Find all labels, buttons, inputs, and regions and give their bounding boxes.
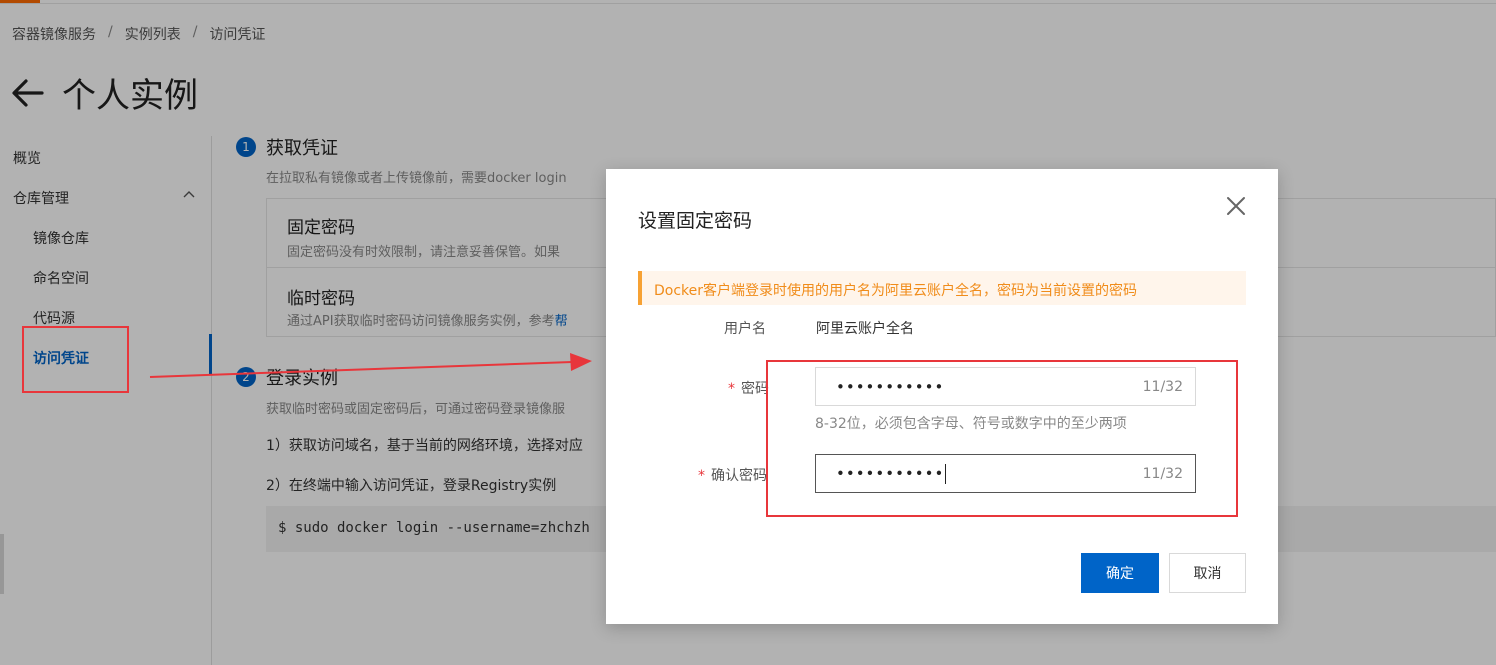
annotation-highlight-password-fields — [766, 360, 1238, 517]
cancel-button[interactable]: 取消 — [1169, 553, 1246, 593]
confirm-password-label: * 确认密码 — [698, 465, 767, 485]
required-mark: * — [728, 381, 735, 397]
required-mark: * — [698, 468, 705, 484]
username-value: 阿里云账户全名 — [816, 321, 914, 337]
close-icon[interactable] — [1224, 194, 1248, 218]
warning-notice: Docker客户端登录时使用的用户名为阿里云账户全名，密码为当前设置的密码 — [638, 271, 1246, 305]
confirm-button[interactable]: 确定 — [1081, 553, 1159, 593]
password-label-text: 密码 — [741, 381, 769, 397]
password-label: * 密码 — [728, 378, 769, 398]
username-label: 用户名 — [724, 321, 766, 337]
dialog-title: 设置固定密码 — [638, 210, 753, 232]
confirm-password-label-text: 确认密码 — [711, 468, 767, 484]
annotation-highlight-sidebar — [22, 326, 129, 393]
